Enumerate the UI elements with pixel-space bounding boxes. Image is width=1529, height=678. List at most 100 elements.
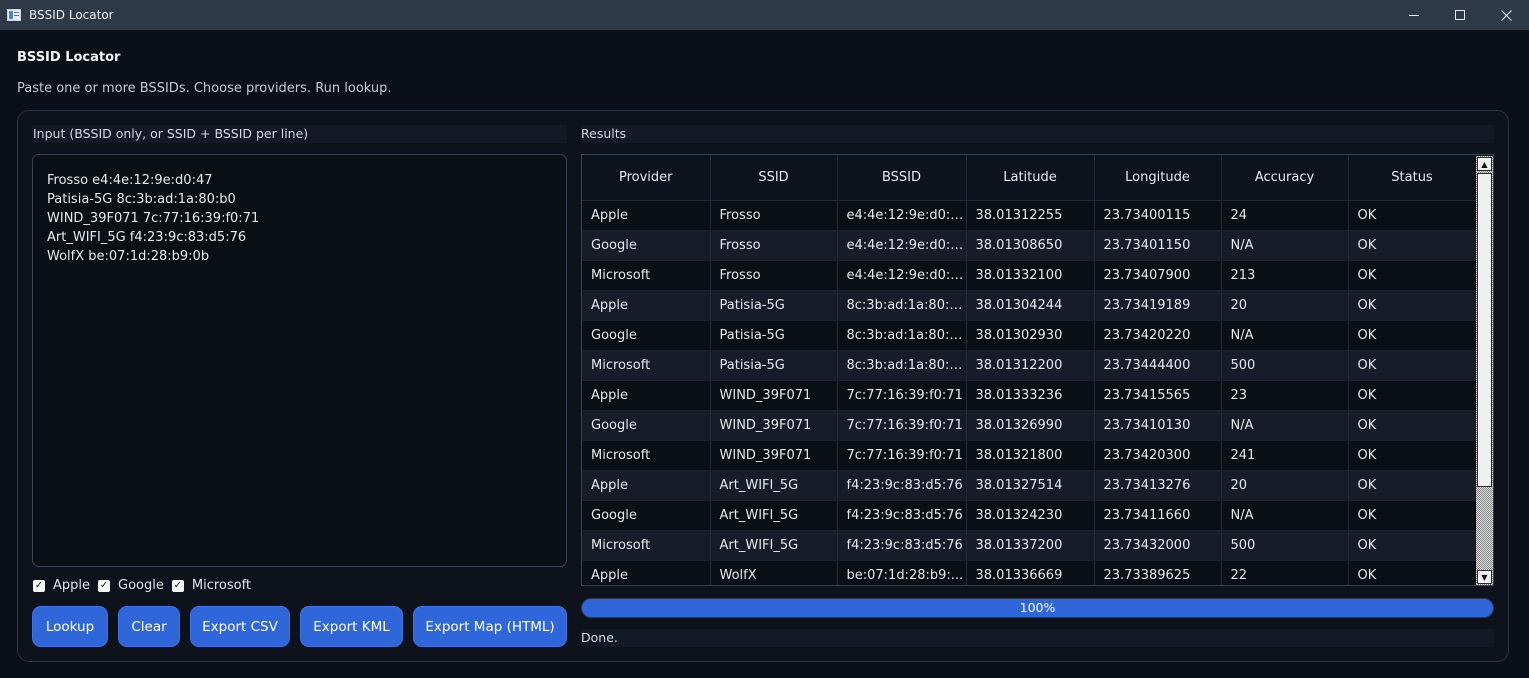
cell-bssid: 8c:3b:ad:1a:80:b0 <box>837 290 967 321</box>
cell-latitude: 38.01326990 <box>966 410 1095 441</box>
cell-status: OK <box>1348 560 1477 585</box>
cell-accuracy: 213 <box>1221 260 1349 291</box>
export-csv-button[interactable]: Export CSV <box>190 606 290 647</box>
cell-status: OK <box>1348 440 1477 471</box>
cell-bssid: be:07:1d:28:b9:... <box>837 560 967 585</box>
results-scrollbar[interactable]: ▲ ▼ <box>1476 156 1493 585</box>
cell-longitude: 23.73411660 <box>1094 500 1222 531</box>
cell-bssid: e4:4e:12:9e:d0:47 <box>837 230 967 261</box>
table-row[interactable]: Google Frosso e4:4e:12:9e:d0:47 38.01308650… <box>582 230 1477 261</box>
checkbox-label: Apple <box>53 578 91 593</box>
column-header-longitude[interactable]: Longitude <box>1094 155 1222 201</box>
cell-accuracy: N/A <box>1221 230 1349 261</box>
export-kml-button[interactable]: Export KML <box>300 606 403 647</box>
clear-button[interactable]: Clear <box>118 606 180 647</box>
cell-accuracy: N/A <box>1221 320 1349 351</box>
cell-provider: Apple <box>582 560 711 585</box>
cell-bssid: 8c:3b:ad:1a:80:b0 <box>837 350 967 381</box>
table-row[interactable]: Apple Patisia-5G 8c:3b:ad:1a:80:b0 38.01304… <box>582 290 1477 321</box>
column-header-status[interactable]: Status <box>1348 155 1477 201</box>
cell-ssid: Frosso <box>710 260 838 291</box>
cell-bssid: e4:4e:12:9e:d0:47 <box>837 260 967 291</box>
checkbox-checked-icon[interactable]: ✓ <box>98 579 111 592</box>
cell-provider: Apple <box>582 380 711 411</box>
provider-apple[interactable]: ✓ Apple <box>33 578 90 593</box>
page-title: BSSID Locator <box>17 50 121 65</box>
cell-longitude: 23.73400115 <box>1094 200 1222 231</box>
column-header-latitude[interactable]: Latitude <box>966 155 1095 201</box>
table-row[interactable]: Google WIND_39F071 7c:77:16:39:f0:71 38.013… <box>582 410 1477 441</box>
scroll-down-arrow-icon[interactable]: ▼ <box>1477 570 1492 584</box>
checkbox-label: Microsoft <box>191 578 252 593</box>
window-controls <box>1391 0 1529 30</box>
close-button[interactable] <box>1483 0 1529 30</box>
cell-accuracy: 23 <box>1221 380 1349 411</box>
cell-accuracy: 241 <box>1221 440 1349 471</box>
cell-provider: Apple <box>582 200 711 231</box>
cell-status: OK <box>1348 320 1477 351</box>
cell-accuracy: N/A <box>1221 500 1349 531</box>
provider-microsoft[interactable]: ✓ Microsoft <box>171 578 252 593</box>
checkbox-label: Google <box>118 578 164 593</box>
cell-status: OK <box>1348 500 1477 531</box>
table-row[interactable]: Apple WolfX be:07:1d:28:b9:... 38.01336669 2… <box>582 560 1477 585</box>
cell-longitude: 23.73420220 <box>1094 320 1222 351</box>
table-row[interactable]: Apple Frosso e4:4e:12:9e:d0:47 38.01312255 2… <box>582 200 1477 231</box>
table-row[interactable]: Microsoft Patisia-5G 8c:3b:ad:1a:80:b0 38.0… <box>582 350 1477 381</box>
maximize-button[interactable] <box>1437 0 1483 30</box>
scroll-up-arrow-icon[interactable]: ▲ <box>1477 157 1492 171</box>
export-map-button[interactable]: Export Map (HTML) <box>413 606 567 647</box>
cell-latitude: 38.01312200 <box>966 350 1095 381</box>
cell-longitude: 23.73389625 <box>1094 560 1222 585</box>
input-label: Input (BSSID only, or SSID + BSSID per l… <box>32 125 567 143</box>
cell-longitude: 23.73401150 <box>1094 230 1222 261</box>
provider-google[interactable]: ✓ Google <box>98 578 164 593</box>
close-icon <box>1500 9 1512 21</box>
cell-longitude: 23.73419189 <box>1094 290 1222 321</box>
cell-latitude: 38.01333236 <box>966 380 1095 411</box>
cell-ssid: WIND_39F071 <box>710 410 838 441</box>
cell-longitude: 23.73415565 <box>1094 380 1222 411</box>
cell-longitude: 23.73410130 <box>1094 410 1222 441</box>
cell-provider: Microsoft <box>582 350 711 381</box>
table-row[interactable]: Google Art_WIFI_5G f4:23:9c:83:d5:76 38.013… <box>582 500 1477 531</box>
cell-bssid: f4:23:9c:83:d5:76 <box>837 470 967 501</box>
column-header-accuracy[interactable]: Accuracy <box>1221 155 1349 201</box>
table-row[interactable]: Google Patisia-5G 8c:3b:ad:1a:80:b0 38.0130… <box>582 320 1477 351</box>
cell-ssid: WIND_39F071 <box>710 440 838 471</box>
cell-provider: Microsoft <box>582 530 711 561</box>
results-table: Provider SSID BSSID Latitude Longitude A… <box>581 154 1494 586</box>
cell-ssid: Patisia-5G <box>710 320 838 351</box>
minimize-button[interactable] <box>1391 0 1437 30</box>
column-header-ssid[interactable]: SSID <box>710 155 838 201</box>
cell-ssid: Art_WIFI_5G <box>710 470 838 501</box>
window-title: BSSID Locator <box>29 8 114 22</box>
checkbox-checked-icon[interactable]: ✓ <box>33 579 45 592</box>
table-row[interactable]: Apple WIND_39F071 7c:77:16:39:f0:71 38.0133… <box>582 380 1477 411</box>
cell-longitude: 23.73420300 <box>1094 440 1222 471</box>
cell-accuracy: 20 <box>1221 290 1349 321</box>
cell-status: OK <box>1348 260 1477 291</box>
cell-latitude: 38.01312255 <box>966 200 1095 231</box>
table-row[interactable]: Microsoft Frosso e4:4e:12:9e:d0:47 38.01332… <box>582 260 1477 291</box>
table-row[interactable]: Apple Art_WIFI_5G f4:23:9c:83:d5:76 38.0132… <box>582 470 1477 501</box>
table-row[interactable]: Microsoft WIND_39F071 7c:77:16:39:f0:71 38.… <box>582 440 1477 471</box>
cell-provider: Google <box>582 230 711 261</box>
cell-latitude: 38.01327514 <box>966 470 1095 501</box>
lookup-button[interactable]: Lookup <box>32 606 108 647</box>
cell-latitude: 38.01321800 <box>966 440 1095 471</box>
cell-latitude: 38.01308650 <box>966 230 1095 261</box>
cell-bssid: 7c:77:16:39:f0:71 <box>837 410 967 441</box>
checkbox-checked-icon[interactable]: ✓ <box>171 579 184 592</box>
scrollbar-thumb[interactable] <box>1477 173 1492 487</box>
cell-accuracy: 24 <box>1221 200 1349 231</box>
column-header-provider[interactable]: Provider <box>582 155 711 201</box>
cell-provider: Google <box>582 500 711 531</box>
cell-longitude: 23.73444400 <box>1094 350 1222 381</box>
cell-status: OK <box>1348 530 1477 561</box>
bssid-input[interactable]: Frosso e4:4e:12:9e:d0:47 Patisia-5G 8c:3… <box>32 154 567 567</box>
cell-ssid: Art_WIFI_5G <box>710 500 838 531</box>
column-header-bssid[interactable]: BSSID <box>837 155 967 201</box>
table-row[interactable]: Microsoft Art_WIFI_5G f4:23:9c:83:d5:76 38.… <box>582 530 1477 561</box>
status-text: Done. <box>581 629 1494 647</box>
